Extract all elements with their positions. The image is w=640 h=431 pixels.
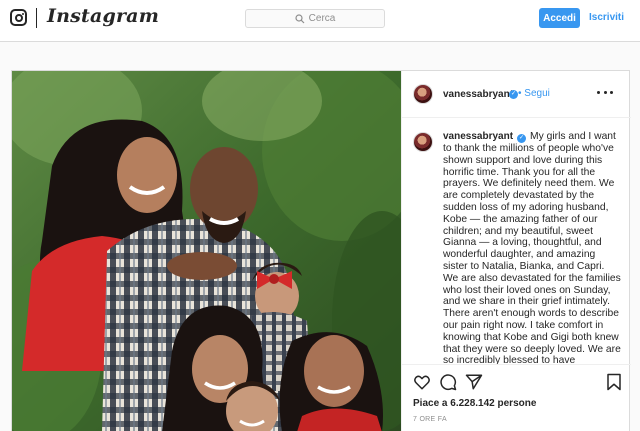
login-button[interactable]: Accedi (539, 8, 580, 28)
instagram-wordmark[interactable]: Instagram (47, 5, 159, 27)
comment-icon[interactable] (439, 373, 457, 391)
caption-author-avatar[interactable] (413, 132, 433, 152)
likes-count[interactable]: Piace a 6.228.142 persone (413, 398, 536, 409)
verified-badge-icon: ✓ (509, 90, 518, 99)
top-nav-bar: Instagram Cerca Accedi Iscriviti (0, 0, 640, 42)
post-photo[interactable] (12, 71, 401, 431)
post-actions: Piace a 6.228.142 persone 7 ORE FA (402, 364, 631, 431)
search-icon (295, 13, 305, 23)
caption-verified-badge-icon: ✓ (517, 134, 527, 143)
family-photo-illustration (12, 71, 401, 431)
follow-button[interactable]: • Segui (518, 88, 550, 99)
author-avatar[interactable] (413, 84, 433, 104)
post-card: vanessabryant ✓ • Segui vanessabryant ✓ My… (11, 70, 631, 431)
bookmark-icon[interactable] (605, 373, 623, 391)
instagram-camera-icon[interactable] (10, 9, 27, 26)
post-timestamp[interactable]: 7 ORE FA (413, 416, 447, 423)
post-caption: vanessabryant ✓ My girls and I want to tha… (443, 131, 621, 364)
author-username[interactable]: vanessabryant (443, 89, 513, 100)
signup-link[interactable]: Iscriviti (589, 12, 624, 23)
post-sidebar: vanessabryant ✓ • Segui vanessabryant ✓ My… (401, 71, 631, 431)
search-placeholder: Cerca (308, 13, 336, 24)
search-input[interactable]: Cerca (245, 9, 385, 28)
heart-icon[interactable] (413, 373, 431, 391)
caption-scroll-area[interactable]: vanessabryant ✓ My girls and I want to tha… (402, 119, 631, 364)
nav-divider (36, 8, 37, 28)
paper-plane-icon[interactable] (465, 373, 483, 391)
caption-username[interactable]: vanessabryant (443, 131, 513, 142)
caption-text: My girls and I want to thank the million… (443, 131, 621, 364)
post-header: vanessabryant ✓ • Segui (402, 71, 631, 118)
more-options-icon[interactable] (597, 85, 613, 99)
